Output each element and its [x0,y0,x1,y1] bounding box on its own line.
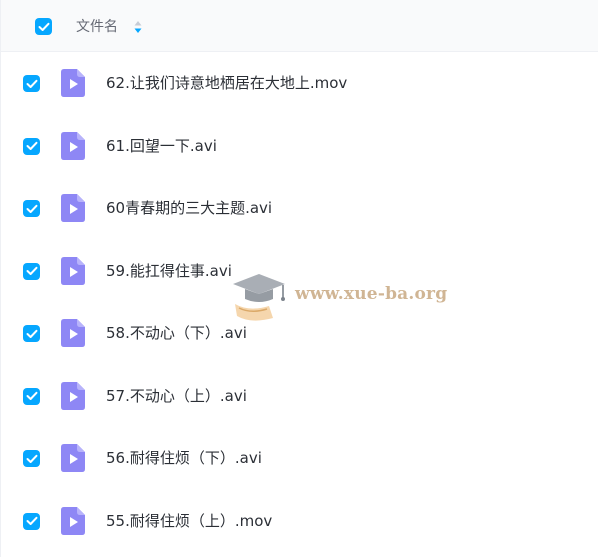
checkmark-icon [26,204,37,213]
video-file-icon [61,194,85,222]
row-checkbox[interactable] [23,512,40,530]
video-file-icon [61,319,85,347]
file-list: 文件名 62.让我们诗意地栖居在大地上.mov 61.回望一下.avi 60青春期的… [0,0,598,557]
video-file-icon [61,69,85,97]
file-row[interactable]: 62.让我们诗意地栖居在大地上.mov [1,52,598,114]
file-row[interactable]: 61.回望一下.avi [1,115,598,177]
file-row[interactable]: 57.不动心（上）.avi [1,365,598,427]
row-checkbox[interactable] [23,75,40,92]
file-name[interactable]: 55.耐得住烦（上）.mov [106,510,272,532]
video-file-icon [61,444,85,472]
sort-icon[interactable] [133,20,143,34]
video-file-icon [61,256,85,285]
row-checkbox[interactable] [23,325,40,342]
file-row[interactable]: 60青春期的三大主题.avi [1,177,598,239]
file-name[interactable]: 62.让我们诗意地栖居在大地上.mov [106,72,347,94]
file-name[interactable]: 61.回望一下.avi [106,135,217,157]
row-checkbox[interactable] [23,387,40,405]
list-header: 文件名 [1,0,598,52]
select-all-checkbox[interactable] [35,18,52,35]
file-row[interactable]: 58.不动心（下）.avi [1,302,598,364]
checkmark-icon [38,22,49,31]
row-checkbox[interactable] [23,200,40,217]
checkmark-icon [26,329,37,338]
video-file-icon [61,381,85,410]
row-checkbox[interactable] [23,262,40,280]
column-header-filename[interactable]: 文件名 [76,17,118,37]
video-file-icon [61,506,85,535]
checkmark-icon [26,516,37,525]
checkmark-icon [26,454,37,463]
file-row[interactable]: 59.能扛得住事.avi [1,240,598,302]
checkmark-icon [26,266,37,275]
checkmark-icon [26,79,37,88]
row-checkbox[interactable] [23,137,40,155]
checkmark-icon [26,391,37,400]
row-checkbox[interactable] [23,450,40,467]
checkmark-icon [26,141,37,150]
file-name[interactable]: 58.不动心（下）.avi [106,322,247,344]
file-row[interactable]: 56.耐得住烦（下）.avi [1,427,598,489]
video-file-icon [61,131,85,160]
file-name[interactable]: 57.不动心（上）.avi [106,385,247,407]
file-name[interactable]: 59.能扛得住事.avi [106,260,232,282]
file-name[interactable]: 60青春期的三大主题.avi [106,197,272,219]
file-row[interactable]: 55.耐得住烦（上）.mov [1,490,598,552]
file-name[interactable]: 56.耐得住烦（下）.avi [106,447,262,469]
